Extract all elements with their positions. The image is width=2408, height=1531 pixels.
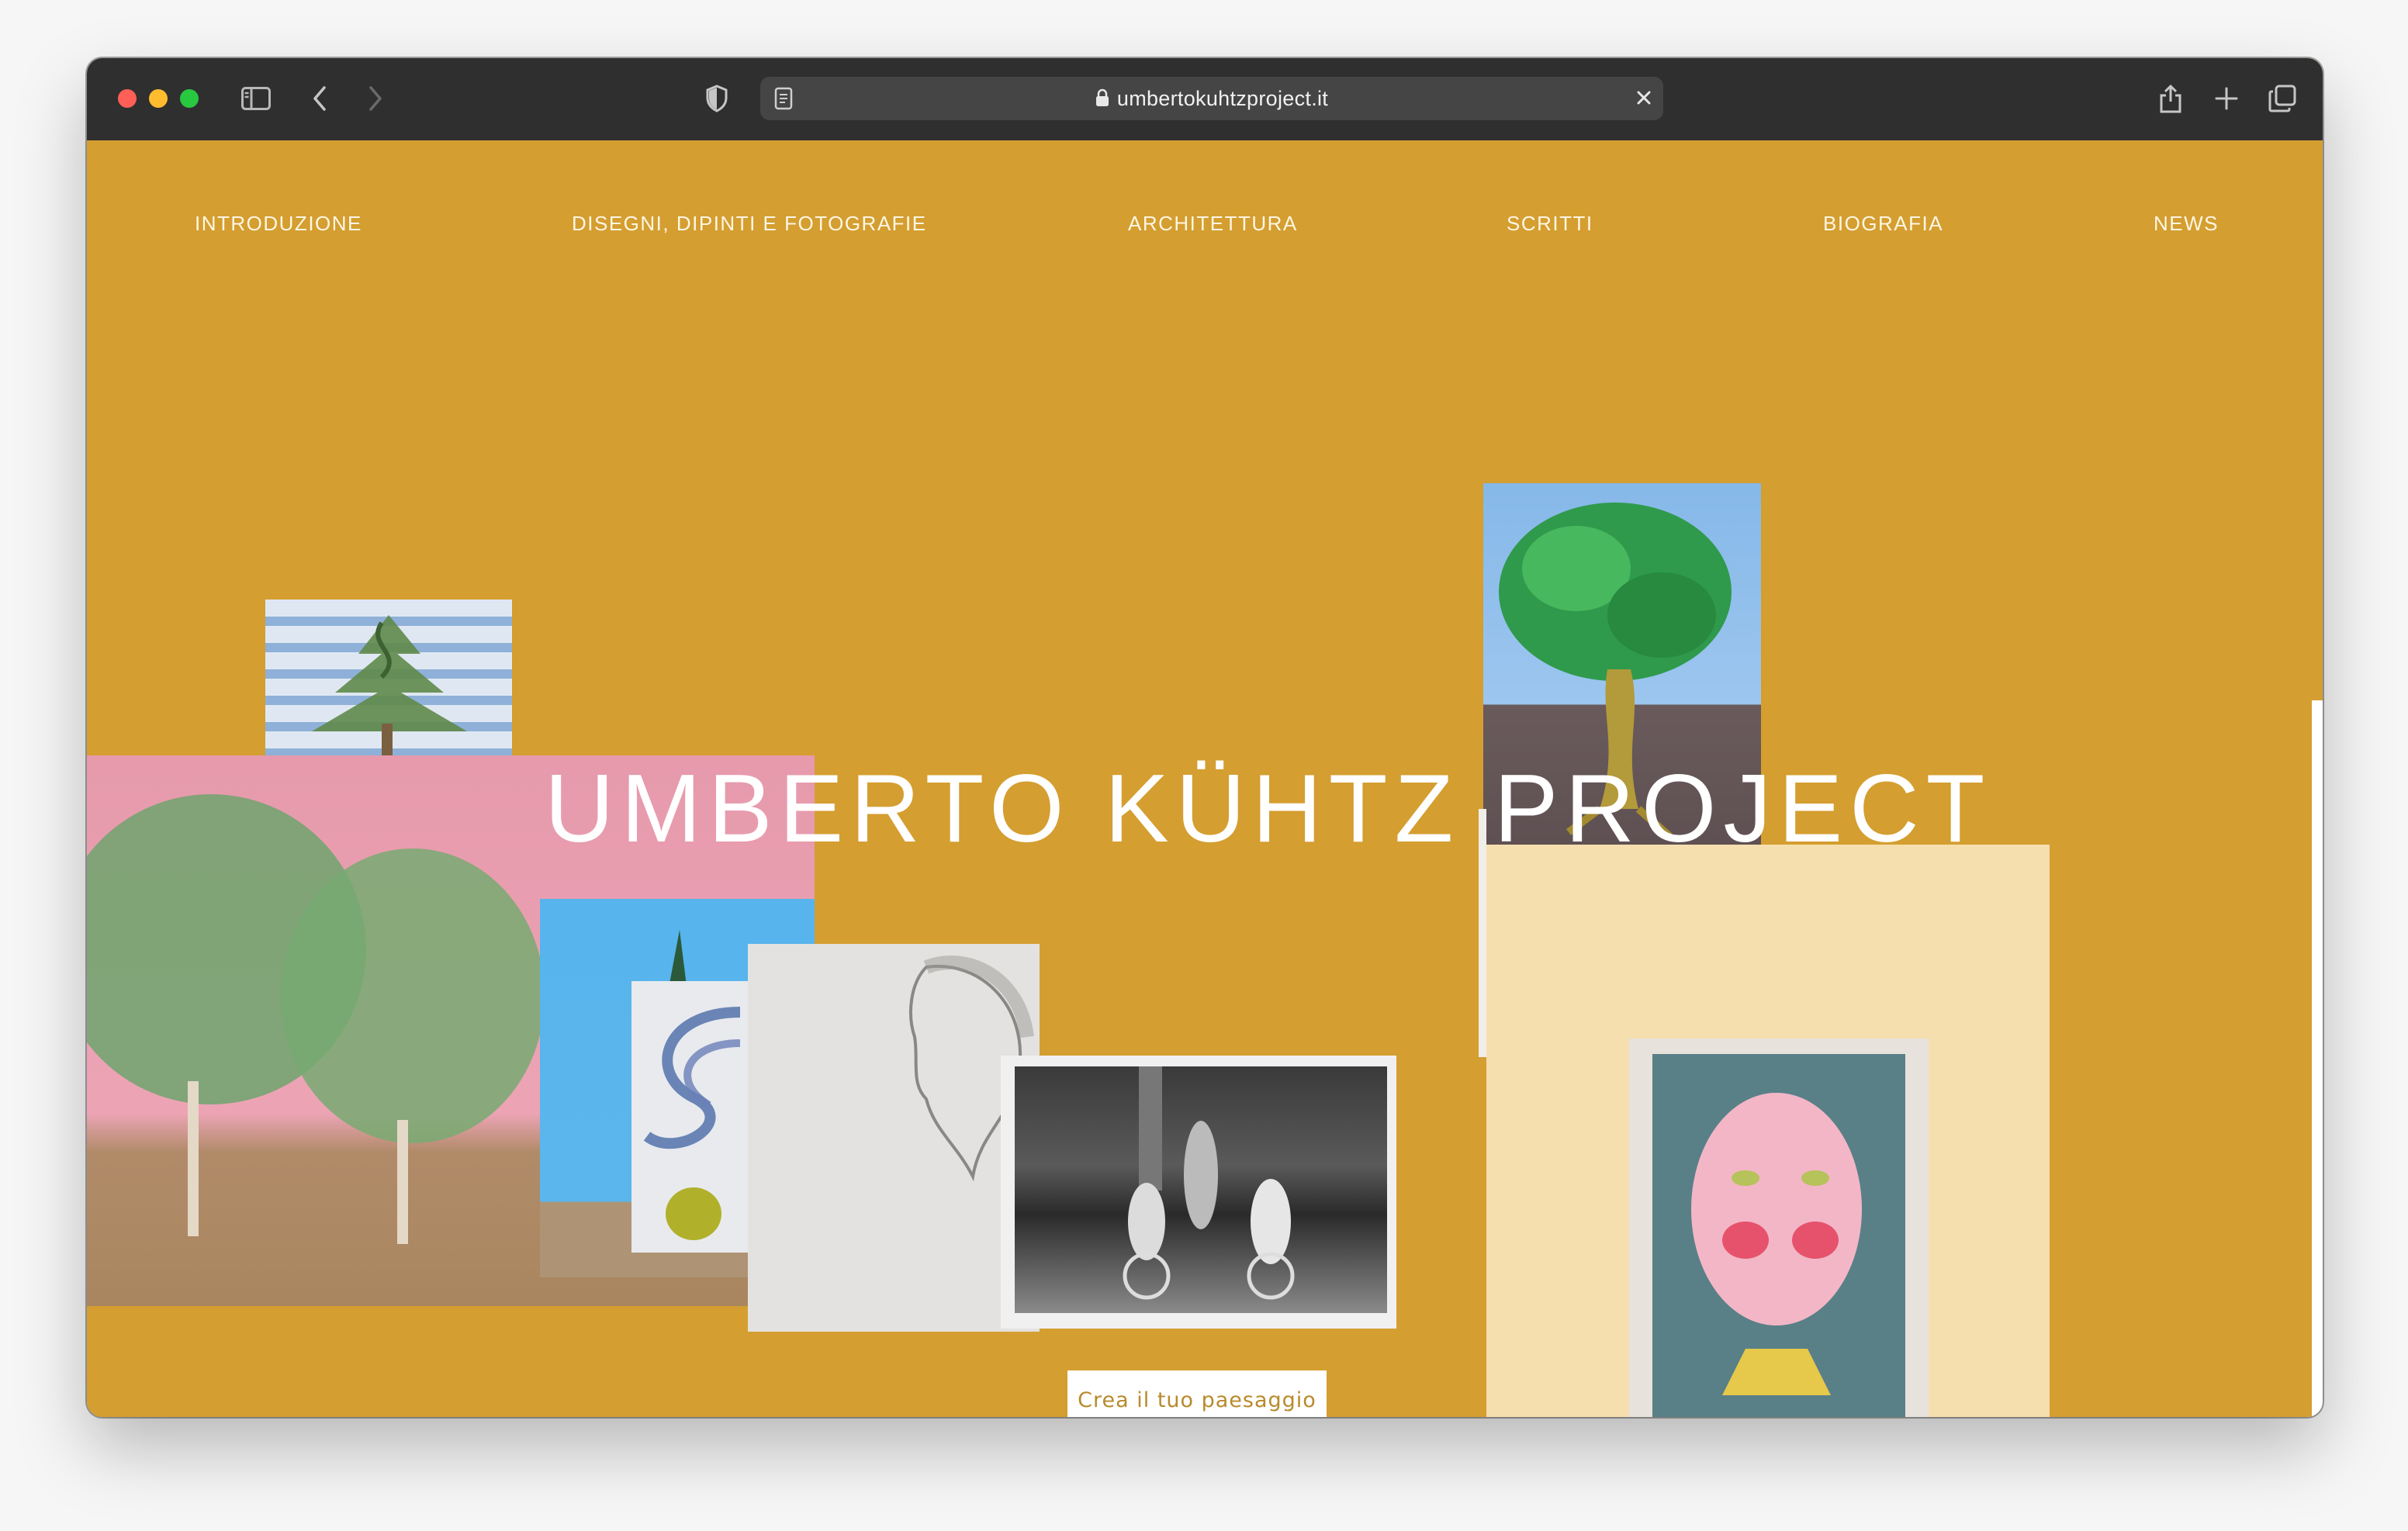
new-tab-icon[interactable] (2209, 81, 2244, 116)
portrait-paper-sheet[interactable] (1486, 845, 2050, 1417)
forward-icon[interactable] (360, 81, 391, 116)
address-bar[interactable]: umbertokuhtzproject.it (760, 77, 1663, 120)
privacy-shield-icon[interactable] (700, 81, 734, 116)
nav-news[interactable]: NEWS (2154, 212, 2219, 236)
nav-introduzione[interactable]: INTRODUZIONE (195, 212, 362, 236)
nav-scritti[interactable]: SCRITTI (1507, 212, 1593, 236)
back-icon[interactable] (304, 81, 335, 116)
maximize-window-button[interactable] (180, 89, 199, 108)
url-text: umbertokuhtzproject.it (1116, 87, 1329, 110)
nav-biografia[interactable]: BIOGRAFIA (1823, 212, 1943, 236)
share-icon[interactable] (2154, 81, 2188, 116)
nav-architettura[interactable]: ARCHITETTURA (1128, 212, 1298, 236)
nav-disegni-dipinti-fotografie[interactable]: DISEGNI, DIPINTI E FOTOGRAFIE (572, 212, 927, 236)
browser-toolbar: umbertokuhtzproject.it (87, 58, 2323, 142)
browser-window: umbertokuhtzproject.it INTRODUZIONE DISE… (87, 58, 2323, 1417)
create-landscape-button[interactable]: Crea il tuo paesaggio (1067, 1370, 1327, 1417)
bw-children-photo[interactable] (1001, 1056, 1396, 1329)
woman-portrait-painting[interactable] (1629, 1039, 1929, 1417)
sidebar-toggle-icon[interactable] (239, 81, 273, 116)
site-page: INTRODUZIONE DISEGNI, DIPINTI E FOTOGRAF… (87, 140, 2323, 1417)
lock-icon (1095, 78, 1109, 122)
site-title: UMBERTO KÜHTZ PROJECT (545, 755, 1992, 862)
minimize-window-button[interactable] (149, 89, 168, 108)
pencil-portrait-drawing[interactable] (748, 944, 1040, 1332)
swirl-drawing[interactable] (631, 981, 748, 1253)
pine-tree-painting[interactable] (265, 600, 512, 756)
clear-url-icon[interactable] (1634, 88, 1654, 112)
close-window-button[interactable] (118, 89, 137, 108)
url-display[interactable]: umbertokuhtzproject.it (760, 77, 1663, 120)
page-scrollbar[interactable] (2312, 700, 2323, 1417)
tab-overview-icon[interactable] (2265, 81, 2299, 116)
